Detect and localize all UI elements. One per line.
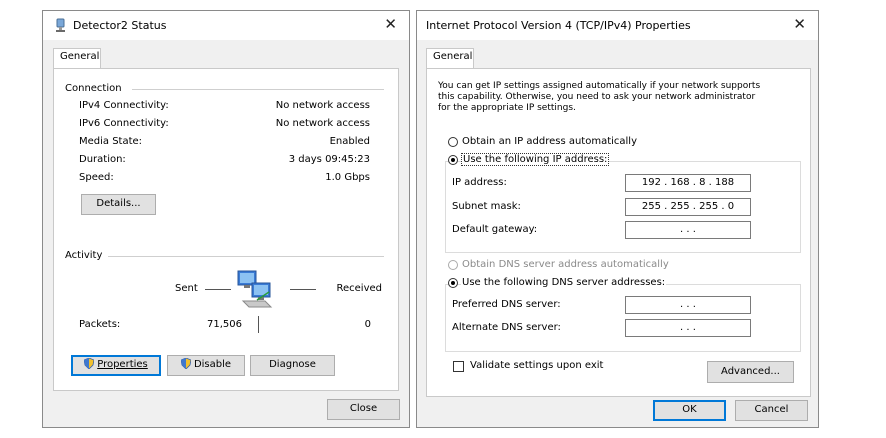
- ipv4-close-icon[interactable]: ✕: [793, 15, 806, 33]
- dns-group: [445, 284, 801, 352]
- properties-button[interactable]: Properties: [71, 355, 161, 376]
- use-following-dns-radio[interactable]: [448, 278, 458, 288]
- status-close-icon[interactable]: ✕: [384, 15, 397, 33]
- obtain-ip-auto-label[interactable]: Obtain an IP address automatically: [462, 136, 637, 147]
- packets-received-value: 0: [364, 319, 371, 330]
- status-dialog-title: Detector2 Status: [73, 19, 167, 32]
- obtain-dns-auto-radio[interactable]: [448, 260, 458, 270]
- disable-button[interactable]: Disable: [167, 355, 245, 376]
- packets-sent-value: 71,506: [207, 319, 242, 330]
- properties-label: Properties: [97, 359, 148, 370]
- validate-settings-label[interactable]: Validate settings upon exit: [470, 360, 603, 371]
- preferred-dns-label: Preferred DNS server:: [452, 299, 561, 310]
- subnet-mask-label: Subnet mask:: [452, 201, 521, 212]
- obtain-ip-auto-radio[interactable]: [448, 137, 458, 147]
- description-line-3: for the appropriate IP settings.: [438, 103, 576, 113]
- sent-label: Sent: [175, 283, 198, 294]
- description-line-1: You can get IP settings assigned automat…: [438, 81, 761, 91]
- default-gateway-field[interactable]: . . .: [625, 221, 751, 239]
- ip-address-label: IP address:: [452, 177, 507, 188]
- tab-general[interactable]: General: [426, 48, 474, 69]
- media-state-value: Enabled: [329, 136, 370, 147]
- description-line-2: this capability. Otherwise, you need to …: [438, 92, 756, 102]
- ipv4-connectivity-value: No network access: [275, 100, 370, 111]
- activity-heading: Activity: [65, 250, 103, 261]
- validate-settings-checkbox[interactable]: [453, 361, 464, 372]
- cancel-button[interactable]: Cancel: [735, 400, 808, 421]
- media-state-label: Media State:: [79, 136, 143, 147]
- status-titlebar[interactable]: Detector2 Status ✕: [43, 11, 409, 40]
- ipv6-connectivity-label: IPv6 Connectivity:: [79, 118, 169, 129]
- subnet-mask-field[interactable]: 255 . 255 . 255 . 0: [625, 198, 751, 216]
- ipv4-general-panel: You can get IP settings assigned automat…: [426, 68, 811, 397]
- duration-value: 3 days 09:45:23: [288, 154, 370, 165]
- obtain-dns-auto-label[interactable]: Obtain DNS server address automatically: [462, 259, 669, 270]
- use-following-ip-radio[interactable]: [448, 155, 458, 165]
- received-label: Received: [336, 283, 383, 294]
- packets-divider: [258, 316, 259, 333]
- computers-network-icon: [237, 270, 273, 308]
- ipv6-connectivity-value: No network access: [275, 118, 370, 129]
- status-dialog: Detector2 Status ✕ General Connection IP…: [42, 10, 410, 428]
- sent-line: [205, 289, 231, 290]
- default-gateway-label: Default gateway:: [452, 224, 538, 235]
- network-adapter-icon: [56, 18, 65, 32]
- ipv4-dialog: Internet Protocol Version 4 (TCP/IPv4) P…: [416, 10, 819, 428]
- received-line: [290, 289, 316, 290]
- ipv4-dialog-title: Internet Protocol Version 4 (TCP/IPv4) P…: [426, 19, 691, 32]
- diagnose-button[interactable]: Diagnose: [250, 355, 335, 376]
- speed-value: 1.0 Gbps: [325, 172, 370, 183]
- ok-button[interactable]: OK: [653, 400, 726, 421]
- ipv4-connectivity-label: IPv4 Connectivity:: [79, 100, 169, 111]
- activity-divider: [108, 256, 384, 257]
- advanced-button[interactable]: Advanced...: [707, 361, 794, 383]
- ip-address-field[interactable]: 192 . 168 . 8 . 188: [625, 174, 751, 192]
- alternate-dns-label: Alternate DNS server:: [452, 322, 561, 333]
- alternate-dns-field[interactable]: . . .: [625, 319, 751, 337]
- preferred-dns-field[interactable]: . . .: [625, 296, 751, 314]
- connection-divider: [132, 89, 384, 90]
- tab-general[interactable]: General: [53, 48, 101, 69]
- packets-label: Packets:: [79, 319, 121, 330]
- details-button[interactable]: Details...: [81, 194, 156, 215]
- connection-heading: Connection: [65, 83, 122, 94]
- shield-icon: [84, 358, 95, 369]
- use-following-dns-label[interactable]: Use the following DNS server addresses:: [461, 277, 667, 288]
- speed-label: Speed:: [79, 172, 114, 183]
- shield-icon: [180, 358, 191, 369]
- disable-label: Disable: [193, 359, 232, 370]
- status-general-panel: Connection IPv4 Connectivity: No network…: [53, 68, 399, 391]
- close-button[interactable]: Close: [327, 399, 400, 420]
- duration-label: Duration:: [79, 154, 126, 165]
- ipv4-titlebar[interactable]: Internet Protocol Version 4 (TCP/IPv4) P…: [417, 11, 818, 40]
- use-following-ip-label[interactable]: Use the following IP address:: [461, 153, 610, 166]
